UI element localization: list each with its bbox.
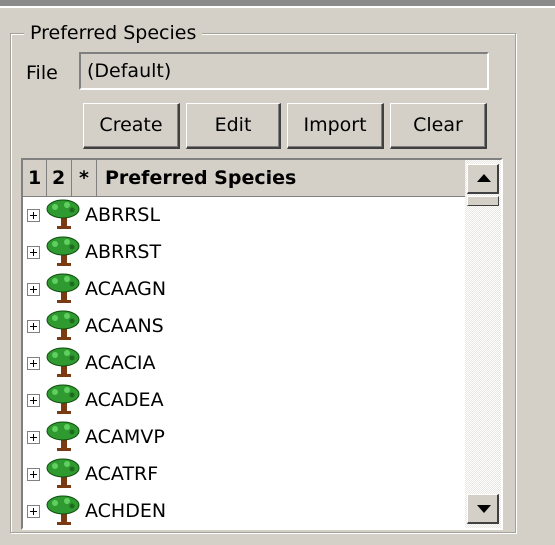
list-header: 1 2 * Preferred Species (23, 160, 465, 197)
tree-icon (46, 236, 80, 266)
tree-icon (46, 495, 80, 525)
expand-icon[interactable] (27, 320, 40, 333)
expand-icon[interactable] (27, 394, 40, 407)
window-top-border (0, 0, 555, 8)
tree-icon (46, 384, 80, 414)
expand-icon[interactable] (27, 431, 40, 444)
expand-icon[interactable] (27, 246, 40, 259)
group-title: Preferred Species (24, 20, 203, 46)
list-item-label: ACAAGN (85, 278, 167, 300)
list-rows: ABRRSL ABRRST ACAAGN ACAANS ACACIA ACADE… (23, 197, 463, 528)
edit-button[interactable]: Edit (186, 103, 281, 149)
list-item-label: ABRRSL (85, 204, 161, 226)
list-item-label: ACHDEN (85, 500, 167, 522)
scroll-thumb[interactable] (467, 196, 499, 206)
list-item[interactable]: ACATRF (23, 456, 463, 493)
species-list[interactable]: 1 2 * Preferred Species ABRRSL ABRRST AC… (21, 158, 503, 530)
list-item[interactable]: ACACIA (23, 345, 463, 382)
expand-icon[interactable] (27, 468, 40, 481)
list-item[interactable]: ACAANS (23, 308, 463, 345)
scroll-up-button[interactable] (467, 164, 499, 194)
list-item-label: ACAMVP (85, 426, 165, 448)
create-button[interactable]: Create (83, 103, 180, 149)
tree-icon (46, 310, 80, 340)
clear-button[interactable]: Clear (390, 103, 487, 149)
list-item-label: ACATRF (85, 463, 159, 485)
list-item-label: ACAANS (85, 315, 164, 337)
vertical-scrollbar[interactable] (465, 160, 501, 528)
list-item-label: ACACIA (85, 352, 156, 374)
list-item[interactable]: ACAAGN (23, 271, 463, 308)
expand-icon[interactable] (27, 283, 40, 296)
column-header-2[interactable]: 2 (48, 160, 72, 196)
list-item-label: ACADEA (85, 389, 164, 411)
expand-icon[interactable] (27, 357, 40, 370)
file-label: File (26, 62, 58, 84)
scroll-down-button[interactable] (467, 494, 499, 524)
list-item[interactable]: ACADEA (23, 382, 463, 419)
arrow-down-icon (477, 505, 491, 513)
import-button[interactable]: Import (287, 103, 384, 149)
column-header-star[interactable]: * (73, 160, 97, 196)
column-header-preferred-species[interactable]: Preferred Species (98, 160, 465, 196)
tree-icon (46, 199, 80, 229)
list-item[interactable]: ABRRSL (23, 197, 463, 234)
expand-icon[interactable] (27, 209, 40, 222)
tree-icon (46, 458, 80, 488)
tree-icon (46, 421, 80, 451)
list-item-label: ABRRST (85, 241, 162, 263)
column-header-1[interactable]: 1 (25, 160, 47, 196)
list-item[interactable]: ACAMVP (23, 419, 463, 456)
tree-icon (46, 273, 80, 303)
arrow-up-icon (477, 174, 491, 182)
list-item[interactable]: ABRRST (23, 234, 463, 271)
tree-icon (46, 347, 80, 377)
expand-icon[interactable] (27, 505, 40, 518)
file-field[interactable]: (Default) (79, 52, 489, 90)
list-item[interactable]: ACHDEN (23, 493, 463, 528)
